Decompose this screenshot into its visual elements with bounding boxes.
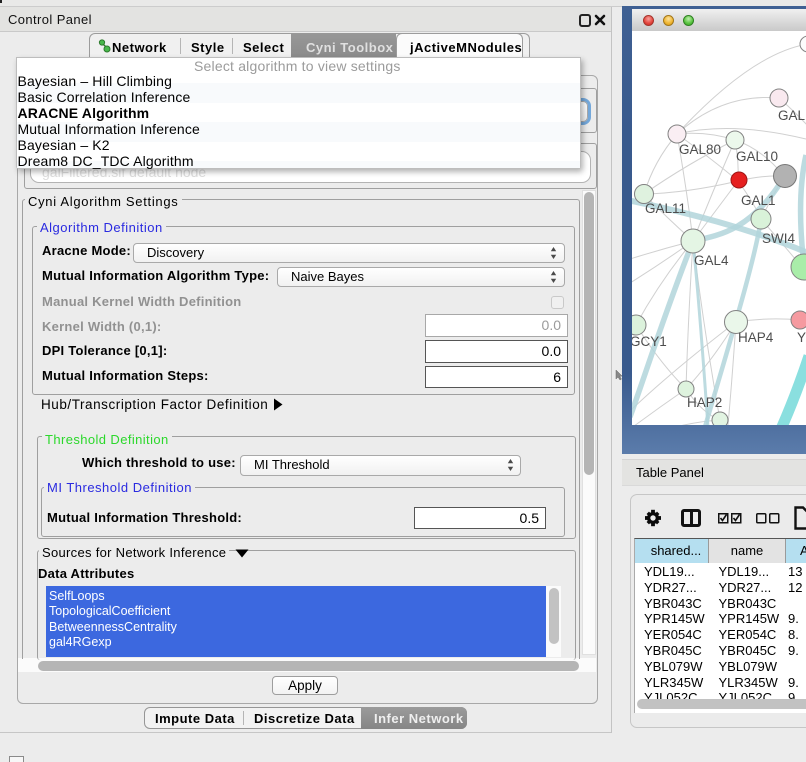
svg-text:HAP4: HAP4 xyxy=(738,330,774,345)
svg-text:GAL4: GAL4 xyxy=(694,253,729,268)
svg-text:GAL11: GAL11 xyxy=(645,201,686,216)
svg-text:GAL1: GAL1 xyxy=(741,193,776,208)
svg-text:Y: Y xyxy=(797,330,806,345)
svg-text:SWI4: SWI4 xyxy=(762,231,795,246)
svg-text:GAL80: GAL80 xyxy=(679,142,721,157)
svg-text:GCY1: GCY1 xyxy=(632,334,667,349)
svg-text:GAL10: GAL10 xyxy=(736,149,778,164)
svg-text:HAP2: HAP2 xyxy=(687,395,722,410)
svg-text:GAL: GAL xyxy=(778,108,806,123)
